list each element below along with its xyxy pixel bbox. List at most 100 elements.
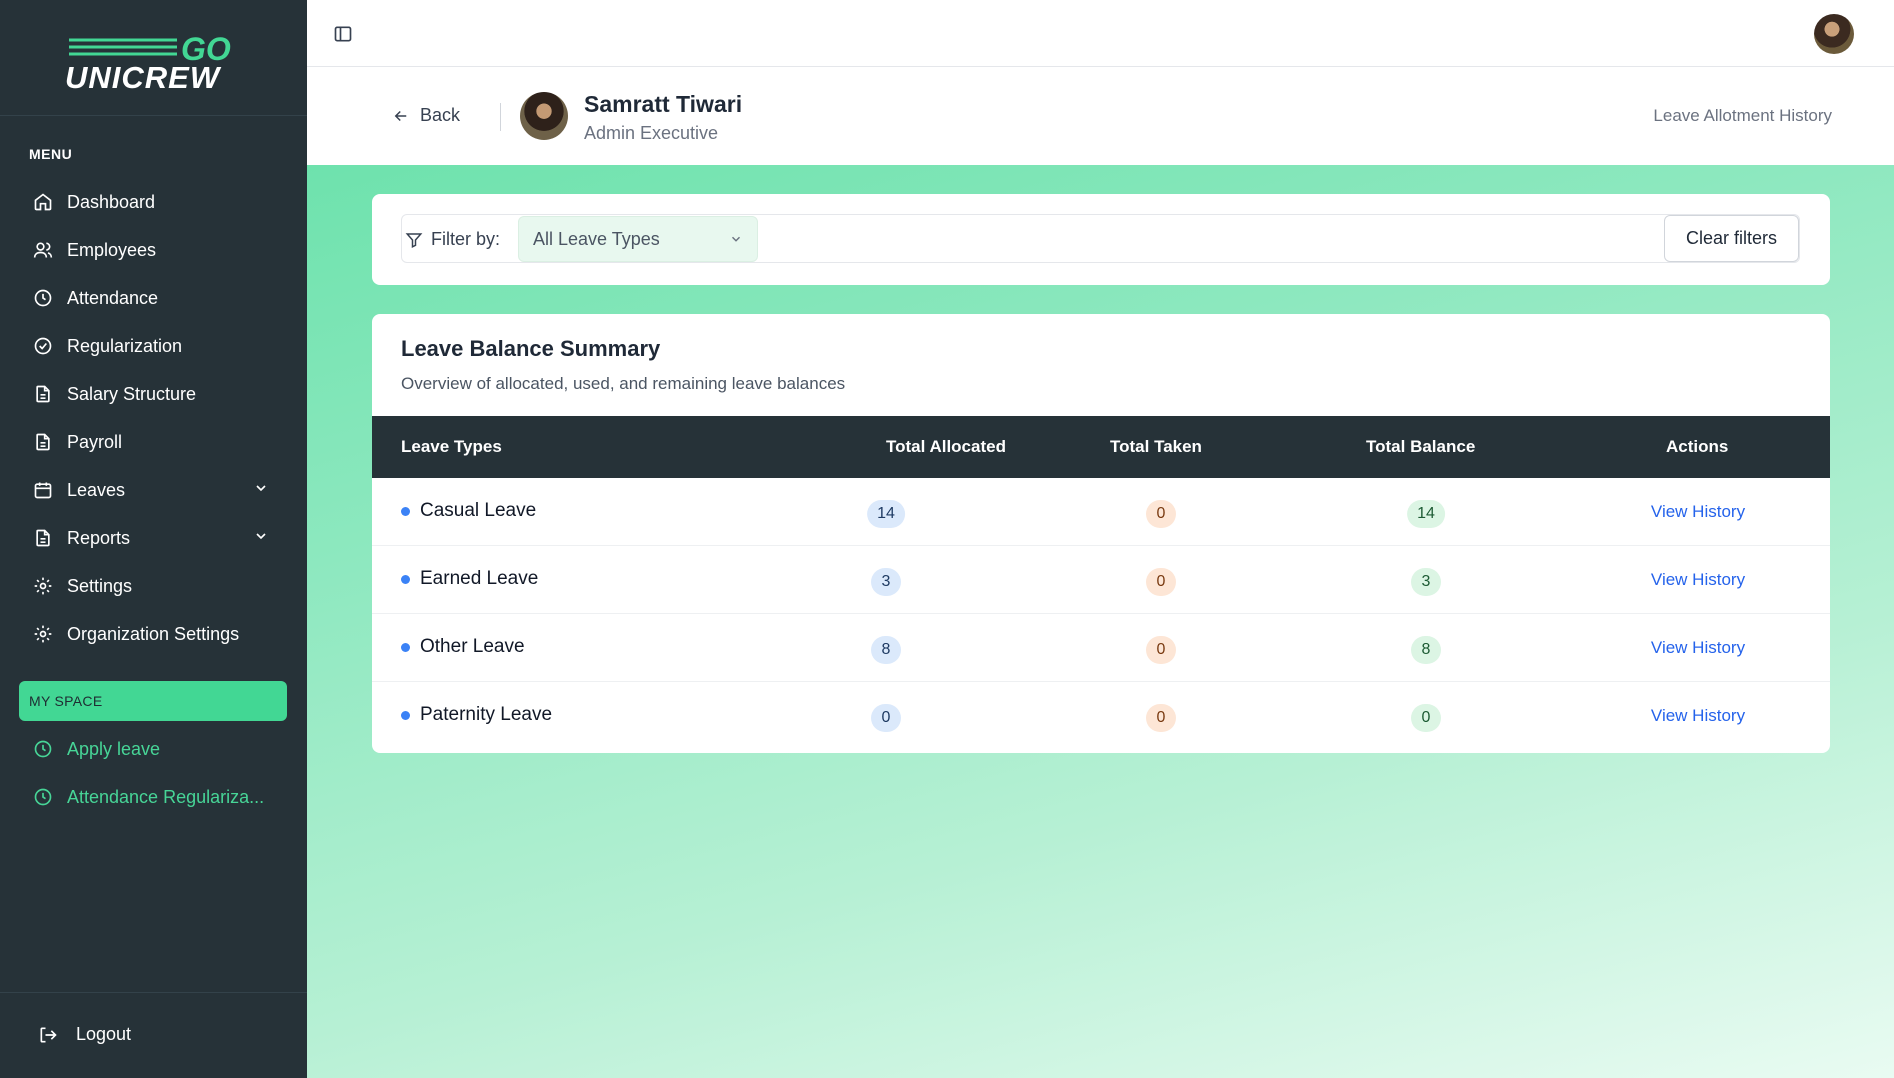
sidebar-item-dashboard[interactable]: Dashboard	[0, 178, 307, 226]
taken-badge: 0	[1146, 704, 1176, 732]
clock-icon	[33, 739, 53, 759]
column-header-total-balance: Total Balance	[1366, 437, 1476, 456]
sidebar-item-apply-leave[interactable]: Apply leave	[0, 725, 307, 773]
sidebar-item-attendance[interactable]: Attendance	[0, 274, 307, 322]
sidebar-item-label: Employees	[67, 239, 157, 260]
taken-badge: 0	[1146, 568, 1176, 596]
column-header-actions: Actions	[1666, 437, 1729, 456]
sidebar-item-label: Settings	[67, 575, 133, 596]
back-button[interactable]: Back	[392, 105, 460, 126]
filter-icon	[405, 231, 423, 249]
clear-filters-button[interactable]: Clear filters	[1664, 215, 1799, 262]
sidebar-item-settings[interactable]: Settings	[0, 562, 307, 610]
sidebar-item-label: Organization Settings	[67, 623, 240, 644]
sidebar-item-salary-structure[interactable]: Salary Structure	[0, 370, 307, 418]
sidebar-item-label: Apply leave	[67, 738, 161, 759]
home-icon	[33, 192, 53, 212]
logout-button[interactable]: Logout	[38, 1024, 131, 1045]
check-circle-icon	[33, 336, 53, 356]
sidebar-item-payroll[interactable]: Payroll	[0, 418, 307, 466]
main-nav: Dashboard Employees Attendance Regulariz…	[0, 178, 307, 658]
taken-badge: 0	[1146, 636, 1176, 664]
sidebar-item-label: Regularization	[67, 335, 183, 356]
sidebar-item-reports[interactable]: Reports	[0, 514, 307, 562]
chevron-down-icon	[729, 232, 743, 246]
table-row: Paternity Leave 0 0 0 View History	[372, 682, 1830, 750]
file-icon	[33, 384, 53, 404]
leave-type-name: Paternity Leave	[420, 704, 553, 725]
employee-header: Back Samratt Tiwari Admin Executive Leav…	[307, 67, 1894, 165]
sidebar-item-label: Salary Structure	[67, 383, 197, 404]
leave-type-select[interactable]: All Leave Types	[518, 216, 758, 262]
table-header: Leave Types Total Allocated Total Taken …	[372, 416, 1830, 478]
taken-badge: 0	[1146, 500, 1176, 528]
sidebar-item-employees[interactable]: Employees	[0, 226, 307, 274]
logout-icon	[38, 1025, 58, 1045]
unicrew-logo: GO UNICREW	[65, 31, 231, 90]
summary-title: Leave Balance Summary	[401, 336, 661, 361]
view-history-link[interactable]: View History	[1651, 570, 1745, 590]
allocated-badge: 14	[867, 500, 905, 528]
gear-icon	[33, 576, 53, 596]
users-icon	[33, 240, 53, 260]
sidebar-item-regularization[interactable]: Regularization	[0, 322, 307, 370]
leave-type-cell: Other Leave	[401, 636, 525, 658]
chevron-down-icon[interactable]	[253, 528, 269, 549]
file-icon	[33, 528, 53, 548]
sidebar-item-label: Reports	[67, 527, 131, 548]
chevron-down-icon[interactable]	[253, 480, 269, 501]
leave-type-name: Casual Leave	[420, 500, 537, 521]
leave-type-name: Earned Leave	[420, 568, 539, 589]
logout-label: Logout	[76, 1024, 132, 1044]
sidebar-item-label: Attendance	[67, 287, 159, 308]
allocated-badge: 0	[871, 704, 901, 732]
bullet-dot	[401, 642, 410, 652]
logo-unicrew-text: UNICREW	[65, 60, 222, 90]
sidebar-item-label: Leaves	[67, 479, 126, 500]
user-avatar[interactable]	[1814, 14, 1854, 54]
top-bar	[307, 0, 1894, 67]
allocated-badge: 3	[871, 568, 901, 596]
filter-card: Filter by: All Leave Types Clear filters	[372, 194, 1830, 285]
table-row: Earned Leave 3 0 3 View History	[372, 546, 1830, 614]
leave-type-select-value: All Leave Types	[533, 228, 660, 249]
leave-type-name: Other Leave	[420, 636, 525, 657]
leave-type-cell: Earned Leave	[401, 568, 538, 590]
sidebar-item-attendance-regularization[interactable]: Attendance Regulariza...	[0, 773, 307, 821]
balance-badge: 0	[1411, 704, 1441, 732]
column-header-total-allocated: Total Allocated	[886, 437, 1006, 456]
table-row: Casual Leave 14 0 14 View History	[372, 478, 1830, 546]
menu-heading: MENU	[29, 146, 73, 162]
clock-icon	[33, 288, 53, 308]
leave-balance-summary-card: Leave Balance Summary Overview of alloca…	[372, 314, 1830, 753]
view-history-link[interactable]: View History	[1651, 706, 1745, 726]
gear-icon	[33, 624, 53, 644]
view-history-link[interactable]: View History	[1651, 638, 1745, 658]
my-space-nav: Apply leave Attendance Regulariza...	[0, 725, 307, 821]
sidebar-item-label: Attendance Regulariza...	[67, 786, 265, 807]
sidebar-item-label: Dashboard	[67, 191, 156, 212]
view-history-link[interactable]: View History	[1651, 502, 1745, 522]
balance-badge: 14	[1407, 500, 1445, 528]
bullet-dot	[401, 710, 410, 720]
sidebar: GO UNICREW MENU Dashboard Employees Atte…	[0, 0, 307, 1078]
filter-bar: Filter by: All Leave Types Clear filters	[401, 214, 1800, 263]
employee-name: Samratt Tiwari	[584, 91, 743, 117]
sidebar-item-organization-settings[interactable]: Organization Settings	[0, 610, 307, 658]
file-icon	[33, 432, 53, 452]
leave-allotment-history-link[interactable]: Leave Allotment History	[1653, 106, 1832, 126]
summary-subtitle: Overview of allocated, used, and remaini…	[401, 374, 846, 393]
brand-logo[interactable]: GO UNICREW	[0, 0, 307, 116]
filter-label-text: Filter by:	[431, 229, 501, 249]
sidebar-item-leaves[interactable]: Leaves	[0, 466, 307, 514]
sidebar-toggle-icon[interactable]	[333, 24, 353, 49]
column-header-total-taken: Total Taken	[1110, 437, 1202, 456]
balance-badge: 8	[1411, 636, 1441, 664]
column-header-leave-types: Leave Types	[401, 437, 502, 456]
bullet-dot	[401, 574, 410, 584]
calendar-icon	[33, 480, 53, 500]
back-label: Back	[420, 105, 461, 125]
employee-role: Admin Executive	[584, 123, 719, 143]
main-content: Filter by: All Leave Types Clear filters…	[307, 165, 1894, 1078]
bullet-dot	[401, 506, 410, 516]
